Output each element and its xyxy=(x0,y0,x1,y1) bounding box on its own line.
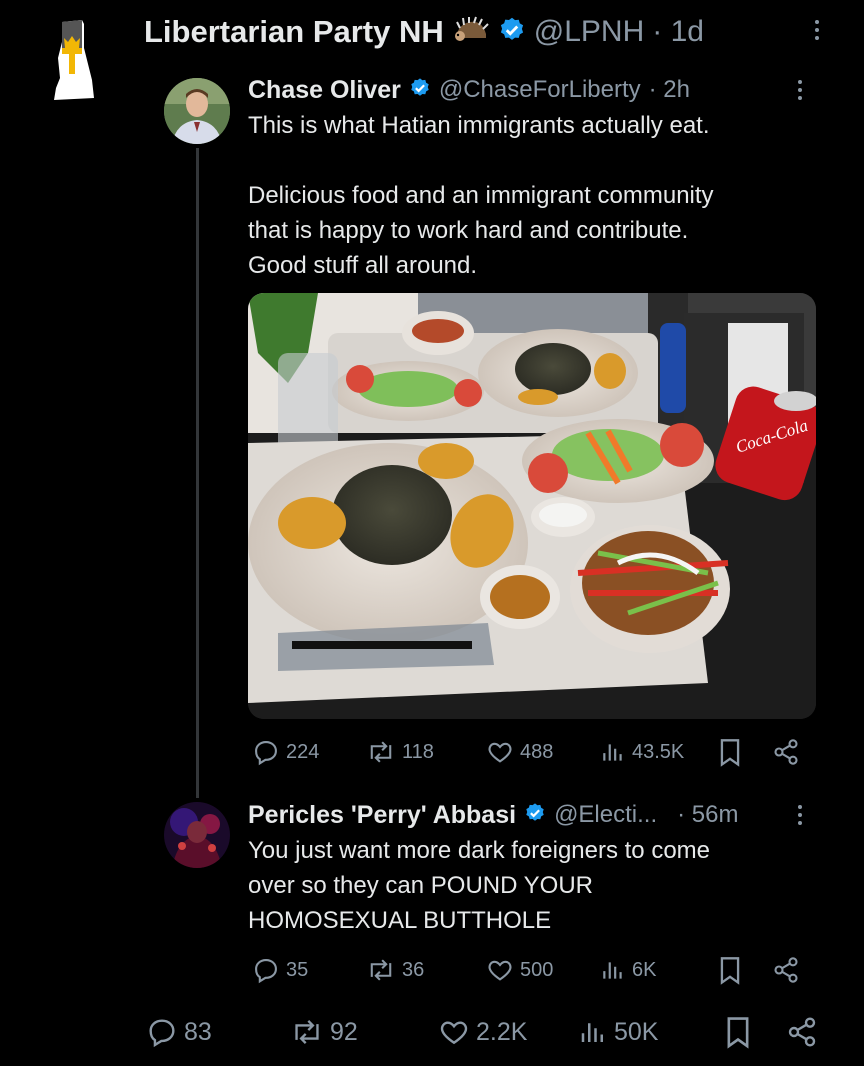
reply-button[interactable]: 224 xyxy=(252,738,319,766)
verified-badge-icon xyxy=(409,77,431,104)
author-handle[interactable]: @LPNH xyxy=(534,15,644,49)
repost-count: 118 xyxy=(402,740,434,763)
quoted-author-name[interactable]: Chase Oliver xyxy=(248,76,401,105)
heart-icon xyxy=(488,742,512,763)
reply-icon xyxy=(149,1019,175,1048)
author-name[interactable]: Libertarian Party NH xyxy=(144,14,444,50)
like-button[interactable]: 2.2K xyxy=(438,1016,527,1048)
bookmark-icon xyxy=(720,739,740,767)
like-count: 2.2K xyxy=(476,1017,528,1046)
reply-button[interactable]: 83 xyxy=(146,1016,212,1048)
like-button[interactable]: 488 xyxy=(486,738,553,766)
views-button[interactable]: 43.5K xyxy=(600,738,684,766)
bookmark-icon xyxy=(727,1017,749,1049)
like-count: 488 xyxy=(520,740,554,763)
quoted-author-handle[interactable]: @ChaseForLiberty xyxy=(439,76,641,104)
repost-count: 36 xyxy=(402,958,425,981)
more-options-icon[interactable] xyxy=(815,20,819,40)
tweet-time[interactable]: · 1d xyxy=(652,15,704,49)
repost-icon xyxy=(370,959,392,981)
repost-button[interactable]: 36 xyxy=(366,956,424,984)
thread-line xyxy=(196,148,199,798)
more-options-icon[interactable] xyxy=(798,80,802,100)
quoted-tweet-text-body: Delicious food and an immigrant communit… xyxy=(248,182,714,279)
views-icon xyxy=(603,744,622,761)
repost-icon xyxy=(370,741,392,763)
bookmark-button[interactable] xyxy=(724,1016,752,1050)
views-button[interactable]: 6K xyxy=(600,956,656,984)
food-photo[interactable]: Coca-Cola xyxy=(248,293,816,719)
share-icon xyxy=(774,957,798,983)
views-count: 50K xyxy=(614,1017,659,1046)
verified-badge-icon xyxy=(524,802,546,829)
heart-icon xyxy=(488,960,512,981)
views-icon xyxy=(603,962,622,979)
share-button[interactable] xyxy=(786,1016,818,1048)
nh-torch-logo xyxy=(54,20,94,100)
repost-button[interactable]: 118 xyxy=(366,738,434,766)
views-button[interactable]: 50K xyxy=(578,1016,658,1048)
reply-author-name[interactable]: Pericles 'Perry' Abbasi xyxy=(248,801,516,830)
porcupine-emoji-icon xyxy=(452,16,490,49)
pericles-avatar[interactable] xyxy=(164,802,230,868)
verified-badge-icon xyxy=(498,16,526,49)
bookmark-button[interactable] xyxy=(718,738,742,768)
reply-tweet-text: You just want more dark foreigners to co… xyxy=(248,837,711,934)
reply-icon xyxy=(255,741,277,766)
reply-count: 224 xyxy=(286,740,320,763)
reply-author-handle[interactable]: @Electi... xyxy=(554,801,657,829)
share-button[interactable] xyxy=(772,738,800,766)
lpnh-avatar[interactable] xyxy=(48,18,100,104)
reply-count: 83 xyxy=(184,1017,212,1046)
heart-icon xyxy=(440,1021,468,1045)
views-count: 43.5K xyxy=(632,740,685,763)
reply-button[interactable]: 35 xyxy=(252,956,308,984)
share-icon xyxy=(774,739,798,765)
bookmark-button[interactable] xyxy=(718,956,742,986)
reply-tweet-time[interactable]: · 56m xyxy=(677,801,738,829)
quoted-tweet-time[interactable]: · 2h xyxy=(649,76,690,104)
chase-avatar[interactable] xyxy=(164,78,230,144)
like-count: 500 xyxy=(520,958,554,981)
reply-count: 35 xyxy=(286,958,309,981)
repost-button[interactable]: 92 xyxy=(290,1016,358,1048)
repost-count: 92 xyxy=(330,1017,358,1046)
like-button[interactable]: 500 xyxy=(486,956,553,984)
reply-icon xyxy=(255,959,277,984)
bookmark-icon xyxy=(720,957,740,985)
views-count: 6K xyxy=(632,958,657,981)
share-button[interactable] xyxy=(772,956,800,984)
share-icon xyxy=(788,1017,816,1047)
more-options-icon[interactable] xyxy=(798,805,802,825)
repost-icon xyxy=(295,1020,319,1044)
quoted-tweet-text-line1: This is what Hatian immigrants actually … xyxy=(248,112,710,139)
views-icon xyxy=(581,1023,603,1042)
